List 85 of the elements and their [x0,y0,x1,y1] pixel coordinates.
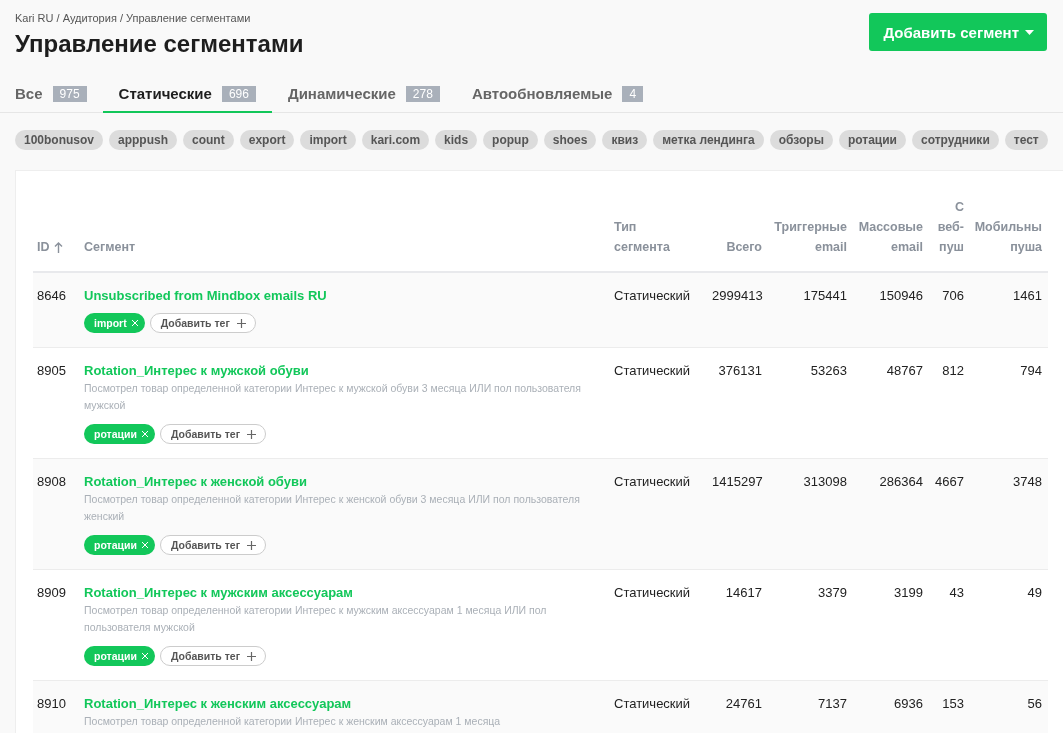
count-value: 706 [942,288,964,303]
count-badge: 696 [221,85,256,102]
count-value: 313098 [803,474,847,489]
add-tag-button[interactable]: Добавить тег [159,535,267,555]
tag-filter[interactable]: квиз [602,130,648,150]
page-title: Управление сегментами [15,30,304,58]
count-value: 4667 [935,474,964,489]
column-header: Триггерные email [774,220,847,254]
count-value: 150946 [879,288,923,303]
plus-icon [247,651,257,661]
count-value: 175441 [803,288,847,303]
column-header: Тип сегмента [614,220,670,254]
count-value: 3199 [894,585,923,600]
tag-filter[interactable]: apppush [109,130,178,150]
add-tag-button[interactable]: Добавить тег [159,424,267,444]
tag-filter[interactable]: import [300,130,356,150]
tag-filter[interactable]: обзоры [769,130,833,150]
caret-icon [1025,29,1034,35]
count-value: 43 [949,585,964,600]
segment-description: Посмотрел товар определенной категории Интерес к женской обуви 3 месяца ИЛИ пол пользователя женский [84,492,581,524]
plus-icon [247,540,257,550]
segment-type: Статический [614,696,691,711]
column-header: Сегмент [84,240,136,254]
breadcrumb[interactable]: Kari RU / Аудитория / Управление сегментами [15,12,251,24]
tab[interactable]: Статические 696 [102,78,272,113]
tag-filter[interactable]: сотрудники [912,130,999,150]
tag-filter[interactable]: ротации [838,130,906,150]
segment-type: Статический [614,474,691,489]
count-value: 7137 [818,696,847,711]
count-value: 1415297 [712,474,763,489]
plus-icon [236,318,246,328]
count-value: 153 [942,696,964,711]
column-header: Мобильны пуша [974,220,1042,254]
tag-filter[interactable]: shoes [543,130,597,150]
segment-type: Статический [614,363,691,378]
column-header[interactable]: ID [37,237,50,257]
segment-description: Посмотрел товар определенной категории Интерес к мужским аксессуарам 1 месяца ИЛИ пол пользователя мужской [84,603,548,635]
remove-icon [140,652,149,660]
count-value: 48767 [886,363,923,378]
count-value: 24761 [725,696,762,711]
tag-filter[interactable]: тест [1004,130,1048,150]
tab[interactable]: Автообновляемые 4 [471,78,644,113]
segment-type: Статический [614,585,691,600]
tag-filter[interactable]: метка лендинга [653,130,764,150]
segment-id: 8908 [37,474,66,489]
count-value: 1461 [1013,288,1042,303]
segment-description: Посмотрел товар определенной категории Интерес к мужской обуви 3 месяца ИЛИ пол пользователя мужской [84,381,582,413]
count-value: 2999413 [712,288,763,303]
count-value: 3379 [818,585,847,600]
tag-filter[interactable]: count [183,130,234,150]
tag-filter[interactable]: popup [483,130,538,150]
tag-filter[interactable]: 100bonusov [15,130,104,150]
tab[interactable]: Динамические 278 [287,78,440,113]
count-value: 812 [942,363,964,378]
count-badge: 278 [405,85,440,102]
tag-filter[interactable]: export [239,130,295,150]
tag-filter[interactable]: kari.com [361,130,430,150]
count-value: 49 [1027,585,1042,600]
count-badge: 4 [622,85,644,102]
add-tag-button[interactable]: Добавить тег [149,313,256,333]
segment-id: 8905 [37,363,66,378]
count-value: 3748 [1013,474,1042,489]
count-value: 14617 [725,585,762,600]
column-header: Всего [726,240,762,254]
count-value: 376131 [718,363,762,378]
remove-icon [130,319,139,327]
count-value: 6936 [894,696,923,711]
column-header: С веб- пуш [937,200,964,254]
segment-type: Статический [614,288,691,303]
tab[interactable]: Все 975 [15,78,87,113]
remove-icon [140,541,149,549]
column-header: Массовые email [858,220,923,254]
plus-icon [247,429,257,439]
count-value: 794 [1020,363,1042,378]
count-value: 286364 [879,474,923,489]
count-value: 56 [1027,696,1042,711]
segment-description: Посмотрел товар определенной категории Интерес к женским аксессуарам 1 месяца [84,714,502,729]
segment-id: 8646 [37,288,66,303]
segment-id: 8909 [37,585,66,600]
count-value: 53263 [810,363,847,378]
count-badge: 975 [52,85,87,102]
remove-icon [140,430,149,438]
add-tag-button[interactable]: Добавить тег [159,646,267,666]
tag-filter[interactable]: kids [435,130,478,150]
segment-id: 8910 [37,696,66,711]
